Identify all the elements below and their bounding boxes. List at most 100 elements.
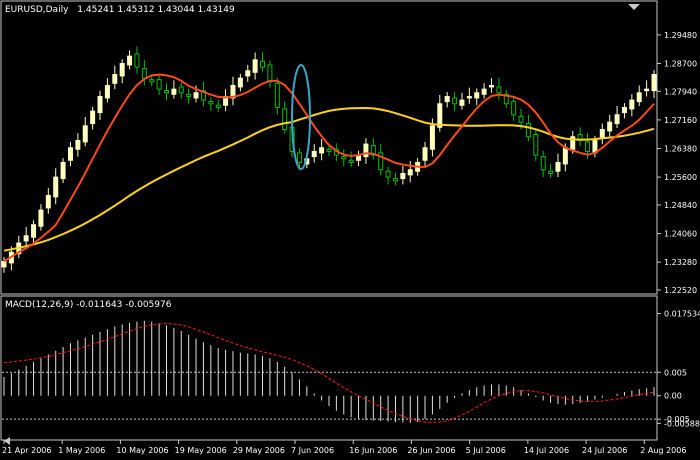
candle-body bbox=[319, 147, 325, 154]
candle-body bbox=[282, 108, 288, 130]
price-tick-label: 1.25600 bbox=[664, 173, 697, 182]
price-tick-label: 1.26380 bbox=[664, 145, 697, 154]
candle-body bbox=[599, 128, 605, 139]
candle-body bbox=[186, 93, 192, 97]
candle-body bbox=[459, 99, 465, 106]
candle-body bbox=[296, 152, 302, 163]
candle-body bbox=[585, 141, 591, 152]
candle-body bbox=[429, 125, 435, 150]
price-tick-label: 1.24060 bbox=[664, 230, 697, 239]
candle-body bbox=[141, 68, 147, 79]
price-chart-svg: 1.29480 1.28700 1.27940 1.27160 1.26380 1.256… bbox=[0, 0, 700, 456]
price-tick-label: 1.23280 bbox=[664, 258, 697, 267]
date-tick-label: 1 May 2006 bbox=[58, 446, 105, 455]
date-tick-label: 24 Jul 2006 bbox=[582, 446, 627, 455]
macd-title: MACD(12,26,9) -0.011643 -0.005976 bbox=[5, 300, 172, 310]
candle-body bbox=[326, 148, 332, 152]
price-tick-label: 1.27940 bbox=[664, 87, 697, 96]
candle-body bbox=[422, 147, 428, 161]
trading-chart-window: 1.29480 1.28700 1.27940 1.27160 1.26380 1.256… bbox=[0, 0, 700, 456]
date-tick-label: 5 Jul 2006 bbox=[466, 446, 506, 455]
candle-body bbox=[82, 125, 88, 143]
candle-body bbox=[496, 86, 502, 94]
candle-body bbox=[540, 156, 546, 171]
candle-body bbox=[341, 156, 347, 160]
price-tick-label: 1.22520 bbox=[664, 286, 697, 295]
candle-body bbox=[237, 77, 243, 88]
candle-body bbox=[45, 194, 51, 209]
candle-body bbox=[511, 101, 517, 116]
candle-body bbox=[104, 84, 110, 99]
candle-body bbox=[193, 92, 199, 99]
macd-tick-label: 0.017534 bbox=[664, 310, 700, 319]
date-tick-label: 14 Jul 2006 bbox=[524, 446, 569, 455]
candle-body bbox=[607, 121, 613, 132]
candle-body bbox=[481, 88, 487, 95]
date-tick-label: 21 Apr 2006 bbox=[2, 446, 51, 455]
date-tick-label: 7 Jun 2006 bbox=[291, 446, 334, 455]
candle-body bbox=[452, 97, 458, 105]
price-tick-label: 1.28700 bbox=[664, 59, 697, 68]
candle-body bbox=[60, 161, 66, 180]
candle-body bbox=[23, 235, 29, 242]
svg-text:EURUSD,Daily 1.45241 1.4: EURUSD,Daily 1.45241 1.45312 1.43044 1.4… bbox=[5, 5, 235, 15]
candle-body bbox=[38, 209, 44, 227]
symbol-label: EURUSD,Daily bbox=[5, 5, 69, 15]
candle-body bbox=[90, 110, 96, 125]
date-tick-label: 29 May 2006 bbox=[233, 446, 285, 455]
candle-body bbox=[385, 170, 391, 178]
candle-body bbox=[363, 143, 369, 158]
candle-body bbox=[489, 84, 494, 88]
candle-body bbox=[407, 169, 413, 176]
candle-body bbox=[97, 95, 103, 114]
candle-body bbox=[267, 64, 273, 83]
macd-tick-label: 0.005 bbox=[664, 368, 687, 377]
candle-body bbox=[164, 90, 169, 94]
candle-body bbox=[400, 172, 406, 180]
candle-body bbox=[651, 73, 657, 92]
macd-tick-label: -0.005889 bbox=[664, 419, 700, 428]
candle-body bbox=[644, 88, 650, 92]
date-tick-label: 26 Jun 2006 bbox=[407, 446, 455, 455]
chart-background bbox=[0, 0, 700, 456]
price-tick-label: 1.27160 bbox=[664, 116, 697, 125]
candle-body bbox=[215, 104, 221, 108]
date-tick-label: 16 Jun 2006 bbox=[349, 446, 397, 455]
candle-body bbox=[636, 92, 642, 103]
candle-body bbox=[533, 134, 539, 156]
candle-body bbox=[245, 70, 251, 77]
price-tick-label: 1.29480 bbox=[664, 31, 697, 40]
candle-body bbox=[178, 86, 184, 94]
date-tick-label: 2 Aug 2006 bbox=[640, 446, 686, 455]
candle-body bbox=[466, 95, 472, 99]
candle-body bbox=[171, 88, 177, 95]
price-tick-label: 1.24840 bbox=[664, 201, 697, 210]
date-tick-label: 10 May 2006 bbox=[116, 446, 168, 455]
candle-body bbox=[31, 224, 37, 238]
candle-body bbox=[156, 79, 162, 90]
candle-body bbox=[555, 161, 561, 172]
candle-body bbox=[149, 79, 155, 83]
candle-body bbox=[119, 62, 125, 77]
candle-body bbox=[525, 123, 531, 138]
candle-body bbox=[629, 99, 635, 110]
ohlc-readout: 1.45241 1.45312 1.43044 1.43149 bbox=[77, 5, 235, 15]
candle-body bbox=[134, 53, 140, 68]
candle-body bbox=[260, 60, 266, 68]
candle-body bbox=[518, 115, 524, 123]
candle-body bbox=[614, 114, 620, 125]
candle-body bbox=[127, 55, 133, 66]
candle-body bbox=[392, 178, 398, 182]
candle-body bbox=[208, 101, 214, 105]
candle-body bbox=[112, 73, 118, 84]
candle-body bbox=[474, 92, 480, 99]
candle-body bbox=[621, 106, 627, 114]
candle-body bbox=[548, 170, 554, 174]
candle-body bbox=[67, 147, 73, 161]
candle-body bbox=[311, 150, 317, 158]
macd-tick-label: 0.00 bbox=[664, 392, 682, 401]
candle-body bbox=[1, 260, 7, 268]
candle-body bbox=[252, 59, 258, 73]
candle-body bbox=[75, 139, 81, 150]
candle-body bbox=[53, 176, 59, 198]
